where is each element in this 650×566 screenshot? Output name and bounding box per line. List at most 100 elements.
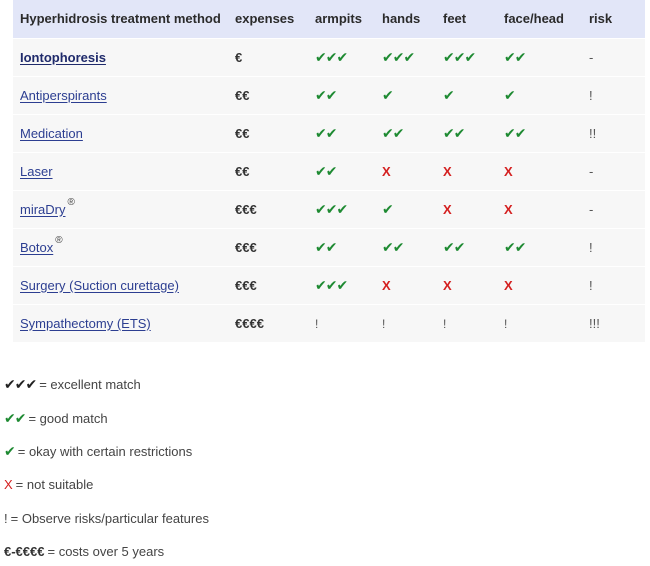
cell-risk: ! <box>589 87 593 103</box>
cell-face-head: ✔✔ <box>504 38 589 76</box>
legend-symbol: ✔✔✔ <box>4 376 37 393</box>
check-icon: ✔ <box>382 200 394 217</box>
table-row: miraDry ® €€€ ✔✔✔ ✔ X X - <box>13 190 645 228</box>
cell-feet: X <box>443 190 504 228</box>
registered-mark: ® <box>55 234 63 246</box>
cell-expenses: €€ <box>235 125 250 141</box>
cell-armpits: ✔✔✔ <box>315 266 382 304</box>
check-icon: ✔ <box>443 86 455 103</box>
header-face-head: face/head <box>504 0 589 39</box>
header-risk: risk <box>589 0 645 39</box>
cell-expenses: €€€€ <box>235 315 264 331</box>
cell-method: miraDry ® <box>13 190 235 228</box>
cross-icon: X <box>504 277 513 293</box>
cell-method: Medication <box>13 114 235 152</box>
legend-symbol: ✔ <box>4 442 16 459</box>
cell-method: Iontophoresis <box>13 38 235 76</box>
cell-feet: ✔✔✔ <box>443 38 504 76</box>
cell-risk: ! <box>589 239 593 255</box>
treatment-link[interactable]: Botox <box>20 240 53 255</box>
treatment-link[interactable]: Medication <box>20 126 83 141</box>
legend-item: ✔✔✔ = excellent match <box>4 368 644 401</box>
cross-icon: X <box>443 277 452 293</box>
cell-hands: ✔✔ <box>382 228 443 266</box>
cell-hands: ! <box>382 304 443 342</box>
legend-text: = excellent match <box>39 377 141 393</box>
warning-mark: ! <box>504 316 508 331</box>
cell-method: Sympathectomy (ETS) <box>13 304 235 342</box>
check-icon: ✔✔ <box>382 238 404 255</box>
cross-icon: X <box>382 277 391 293</box>
cell-expenses: €€ <box>235 163 250 179</box>
header-feet: feet <box>443 0 504 39</box>
cell-feet: ✔✔ <box>443 228 504 266</box>
treatment-link[interactable]: Iontophoresis <box>20 50 106 65</box>
check-icon: ✔✔ <box>315 162 337 179</box>
check-icon: ✔✔✔ <box>315 48 348 65</box>
cell-expenses: €€€ <box>235 277 257 293</box>
treatment-link[interactable]: Antiperspirants <box>20 88 107 103</box>
cell-armpits: ✔✔ <box>315 76 382 114</box>
cell-expenses: € <box>235 49 243 65</box>
check-icon: ✔✔ <box>443 238 465 255</box>
cell-expenses: €€ <box>235 87 250 103</box>
cell-method: Surgery (Suction curettage) <box>13 266 235 304</box>
cell-method: Antiperspirants <box>13 76 235 114</box>
legend-symbol: ! <box>4 510 8 526</box>
cell-armpits: ✔✔✔ <box>315 38 382 76</box>
treatment-link[interactable]: Sympathectomy (ETS) <box>20 316 151 331</box>
cell-armpits: ✔✔ <box>315 114 382 152</box>
table-row: Sympathectomy (ETS) €€€€!!!!!!! <box>13 304 645 342</box>
cell-method: Botox ® <box>13 228 235 266</box>
cell-face-head: ✔✔ <box>504 228 589 266</box>
treatment-comparison-table: Hyperhidrosis treatment method expenses … <box>13 0 645 342</box>
check-icon: ✔✔ <box>382 124 404 141</box>
cell-expenses: €€€ <box>235 239 257 255</box>
cell-hands: ✔ <box>382 76 443 114</box>
cross-icon: X <box>443 163 452 179</box>
cell-face-head: ✔ <box>504 76 589 114</box>
table-row: Medication €€ ✔✔ ✔✔ ✔✔ ✔✔!! <box>13 114 645 152</box>
check-icon: ✔✔✔ <box>315 200 348 217</box>
table-row: Iontophoresis € ✔✔✔ ✔✔✔ ✔✔✔ ✔✔ - <box>13 38 645 76</box>
registered-mark: ® <box>67 196 75 208</box>
table-row: Laser €€ ✔✔ X X X - <box>13 152 645 190</box>
table-row: Botox ® €€€ ✔✔ ✔✔ ✔✔ ✔✔! <box>13 228 645 266</box>
cell-risk: - <box>589 163 594 179</box>
cell-risk: - <box>589 201 594 217</box>
legend-text: = okay with certain restrictions <box>17 443 193 459</box>
cell-hands: X <box>382 152 443 190</box>
cell-feet: ✔ <box>443 76 504 114</box>
cell-hands: ✔✔ <box>382 114 443 152</box>
cell-hands: ✔✔✔ <box>382 38 443 76</box>
cell-armpits: ✔✔ <box>315 152 382 190</box>
cell-feet: X <box>443 152 504 190</box>
legend-text: = Observe risks/particular features <box>10 510 209 526</box>
check-icon: ✔ <box>382 86 394 103</box>
check-icon: ✔✔ <box>315 124 337 141</box>
cell-feet: ! <box>443 304 504 342</box>
cell-face-head: X <box>504 190 589 228</box>
legend-text: = good match <box>28 410 108 426</box>
check-icon: ✔✔ <box>315 238 337 255</box>
cell-armpits: ✔✔✔ <box>315 190 382 228</box>
treatment-link[interactable]: Laser <box>20 164 53 179</box>
check-icon: ✔✔ <box>315 86 337 103</box>
cell-method: Laser <box>13 152 235 190</box>
cell-face-head: ✔✔ <box>504 114 589 152</box>
cell-risk: ! <box>589 277 593 293</box>
legend-symbol: €-€€€€ <box>4 544 45 560</box>
check-icon: ✔✔✔ <box>315 276 348 293</box>
legend-item: X = not suitable <box>4 468 644 501</box>
treatment-link[interactable]: miraDry <box>20 202 66 217</box>
header-method: Hyperhidrosis treatment method <box>13 0 235 39</box>
legend-text: = not suitable <box>15 477 94 493</box>
legend-item: ! = Observe risks/particular features <box>4 502 644 535</box>
legend-item: ✔ = okay with certain restrictions <box>4 435 644 468</box>
cell-face-head: ! <box>504 304 589 342</box>
cell-hands: ✔ <box>382 190 443 228</box>
legend-item: €-€€€€ = costs over 5 years <box>4 535 644 566</box>
table-row: Antiperspirants €€ ✔✔ ✔ ✔ ✔! <box>13 76 645 114</box>
legend-text: = costs over 5 years <box>47 544 165 560</box>
treatment-link[interactable]: Surgery (Suction curettage) <box>20 278 179 293</box>
